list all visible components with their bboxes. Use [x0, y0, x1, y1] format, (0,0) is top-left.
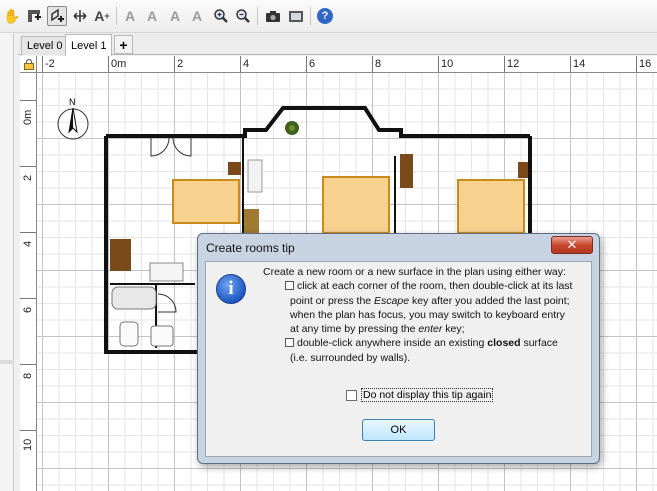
zoom-out-icon[interactable]: [233, 6, 253, 26]
dialog-body: i Create a new room or a new surface in …: [205, 261, 592, 457]
compass-icon: N: [57, 97, 89, 140]
bullet-box: [285, 338, 294, 348]
checkbox[interactable]: [346, 389, 357, 401]
tab-level-0[interactable]: Level 0: [21, 36, 69, 55]
close-button[interactable]: ✕: [551, 236, 593, 254]
info-icon: i: [216, 274, 246, 304]
create-rooms-icon[interactable]: [47, 6, 67, 26]
splitter[interactable]: [0, 360, 14, 364]
zoom-in-icon[interactable]: [211, 6, 231, 26]
pan-icon[interactable]: ✋: [2, 6, 22, 26]
ruler-top: -2 0m 2 4 6 8 10 12 14 16: [20, 56, 657, 73]
increase-text-size-icon: A: [169, 8, 181, 24]
lock-icon[interactable]: [24, 59, 34, 70]
decrease-text-size-icon: A: [191, 8, 203, 24]
add-level-button[interactable]: +: [114, 35, 133, 54]
create-photo-icon[interactable]: [263, 6, 283, 26]
catalog-panel-edge: [0, 33, 14, 491]
add-text-icon[interactable]: A +: [92, 6, 112, 26]
bullet-box: [285, 281, 294, 291]
tab-level-1[interactable]: Level 1: [65, 34, 113, 56]
help-icon[interactable]: ?: [315, 6, 335, 26]
create-video-icon[interactable]: [286, 6, 306, 26]
svg-text:N: N: [69, 97, 76, 107]
dialog-title: Create rooms tip: [206, 241, 295, 255]
modify-text-icon: A: [146, 8, 158, 24]
dont-show-label: Do not display this tip again: [361, 388, 494, 402]
tip-text: Create a new room or a new surface in th…: [263, 266, 573, 364]
create-rooms-tip-dialog: Create rooms tip ✕ i Create a new room o…: [197, 233, 600, 464]
level-tabs: Level 0 Level 1 +: [18, 33, 657, 56]
dont-show-tip-checkbox[interactable]: Do not display this tip again: [346, 388, 494, 402]
create-walls-icon[interactable]: [24, 6, 44, 26]
ok-button[interactable]: OK: [362, 419, 435, 441]
ruler-left: 0m 2 4 6 8 10: [20, 73, 37, 491]
create-dimensions-icon[interactable]: [70, 6, 90, 26]
rotate-text-icon: A: [124, 8, 136, 24]
toolbar: ✋ A + A A A A ?: [0, 0, 657, 33]
